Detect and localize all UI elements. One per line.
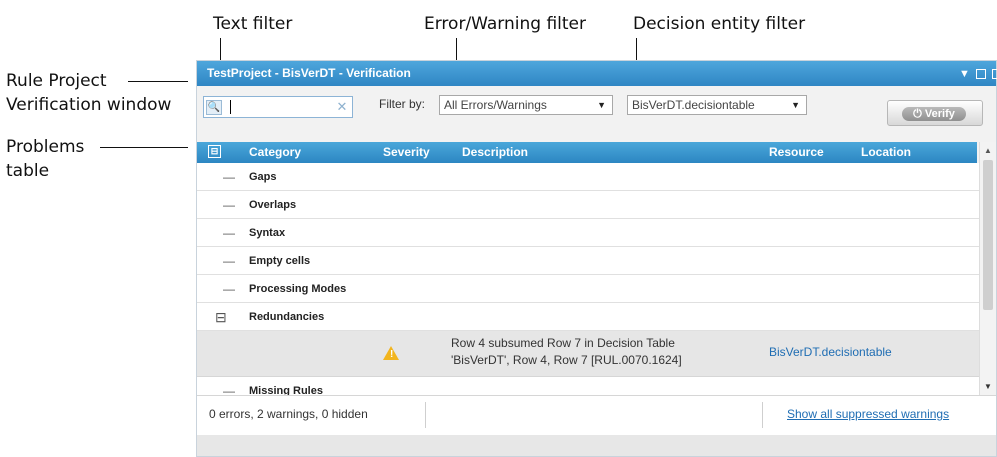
decision-entity-filter-callout: Decision entity filter — [633, 14, 806, 34]
search-icon: 🔍 — [206, 100, 222, 115]
collapse-icon[interactable]: ⊟ — [215, 303, 227, 331]
table-row[interactable]: — Empty cells — [197, 247, 979, 275]
column-category[interactable]: Category — [249, 145, 301, 159]
row-category: Gaps — [249, 171, 277, 183]
text-filter-callout: Text filter — [213, 14, 293, 34]
rule-project-callout-line1: Rule Project — [6, 71, 107, 91]
row-category: Missing Rules — [249, 385, 323, 395]
status-divider — [762, 402, 763, 428]
search-input[interactable] — [226, 98, 334, 116]
bottom-strip — [197, 435, 996, 456]
decision-entity-filter-select[interactable]: BisVerDT.decisiontable ▼ — [627, 95, 807, 115]
table-row[interactable]: ⊟ Redundancies — [197, 303, 979, 331]
screenshot-root: Text filter Error/Warning filter Decisio… — [0, 0, 997, 457]
error-warning-filter-select[interactable]: All Errors/Warnings ▼ — [439, 95, 613, 115]
problems-callout-line2: table — [6, 161, 50, 181]
expander-icon[interactable]: — — [223, 163, 235, 191]
table-row[interactable]: — Missing Rules — [197, 377, 979, 395]
expander-icon[interactable]: — — [223, 275, 235, 303]
table-row[interactable]: — Overlaps — [197, 191, 979, 219]
rule-project-callout-line2: Verification window — [6, 95, 172, 115]
problems-leader — [100, 147, 188, 148]
text-caret — [230, 100, 231, 114]
problems-callout-line1: Problems — [6, 137, 85, 157]
status-summary: 0 errors, 2 warnings, 0 hidden — [209, 407, 368, 421]
problem-detail-row[interactable]: ! Row 4 subsumed Row 7 in Decision Table… — [197, 331, 979, 377]
problem-resource-link[interactable]: BisVerDT.decisiontable — [769, 345, 892, 359]
column-description[interactable]: Description — [462, 145, 528, 159]
row-category: Processing Modes — [249, 283, 347, 295]
problems-table: — Gaps — Overlaps — Syntax — Empty cells… — [197, 163, 979, 395]
row-category: Redundancies — [249, 311, 325, 323]
description-line-1: Row 4 subsumed Row 7 in Decision Table — [451, 336, 675, 350]
maximize-icon[interactable] — [991, 68, 997, 79]
scroll-down-icon[interactable]: ▼ — [984, 382, 992, 391]
verification-window: TestProject - BisVerDT - Verification ▼ … — [196, 60, 997, 457]
search-box[interactable]: 🔍 ✕ — [203, 96, 353, 118]
expander-icon[interactable]: — — [223, 377, 235, 395]
expander-icon[interactable]: — — [223, 247, 235, 275]
chevron-down-icon: ▼ — [791, 100, 800, 110]
window-controls: ▼ — [953, 61, 997, 86]
scroll-thumb[interactable] — [983, 160, 993, 310]
vertical-scrollbar[interactable]: ▲ ▼ — [979, 142, 996, 395]
column-location[interactable]: Location — [861, 145, 911, 159]
column-severity[interactable]: Severity — [383, 145, 430, 159]
view-menu-icon[interactable]: ▼ — [959, 68, 970, 80]
verify-button-label: ⏻ Verify — [902, 107, 966, 121]
row-category: Overlaps — [249, 199, 297, 211]
row-category: Empty cells — [249, 255, 311, 267]
expander-icon[interactable]: — — [223, 191, 235, 219]
toolbar: 🔍 ✕ Filter by: All Errors/Warnings ▼ Bis… — [197, 86, 996, 142]
scroll-up-icon[interactable]: ▲ — [984, 146, 992, 155]
show-suppressed-warnings-link[interactable]: Show all suppressed warnings — [787, 407, 949, 421]
verify-button[interactable]: ⏻ Verify — [887, 100, 983, 126]
warning-icon-mark: ! — [390, 349, 394, 360]
column-resource[interactable]: Resource — [769, 145, 824, 159]
rule-project-leader — [128, 81, 188, 82]
error-warning-filter-value: All Errors/Warnings — [444, 98, 547, 112]
window-title: TestProject - BisVerDT - Verification — [197, 61, 996, 86]
status-divider — [425, 402, 426, 428]
table-row[interactable]: — Syntax — [197, 219, 979, 247]
clear-icon[interactable]: ✕ — [335, 100, 349, 114]
expander-icon[interactable]: — — [223, 219, 235, 247]
decision-entity-filter-value: BisVerDT.decisiontable — [632, 98, 755, 112]
table-row[interactable]: — Processing Modes — [197, 275, 979, 303]
row-category: Syntax — [249, 227, 286, 239]
description-line-2: 'BisVerDT', Row 4, Row 7 [RUL.0070.1624] — [451, 353, 682, 367]
status-bar: 0 errors, 2 warnings, 0 hidden Show all … — [197, 395, 996, 435]
filter-by-label: Filter by: — [379, 97, 426, 111]
problems-table-header: ⊟ Category Severity Description Resource… — [197, 142, 977, 163]
minimize-icon[interactable] — [975, 68, 986, 79]
collapse-all-icon[interactable]: ⊟ — [208, 145, 221, 158]
problem-description: Row 4 subsumed Row 7 in Decision Table '… — [451, 335, 751, 369]
chevron-down-icon: ▼ — [597, 100, 606, 110]
table-row[interactable]: — Gaps — [197, 163, 979, 191]
error-warning-filter-callout: Error/Warning filter — [424, 14, 587, 34]
